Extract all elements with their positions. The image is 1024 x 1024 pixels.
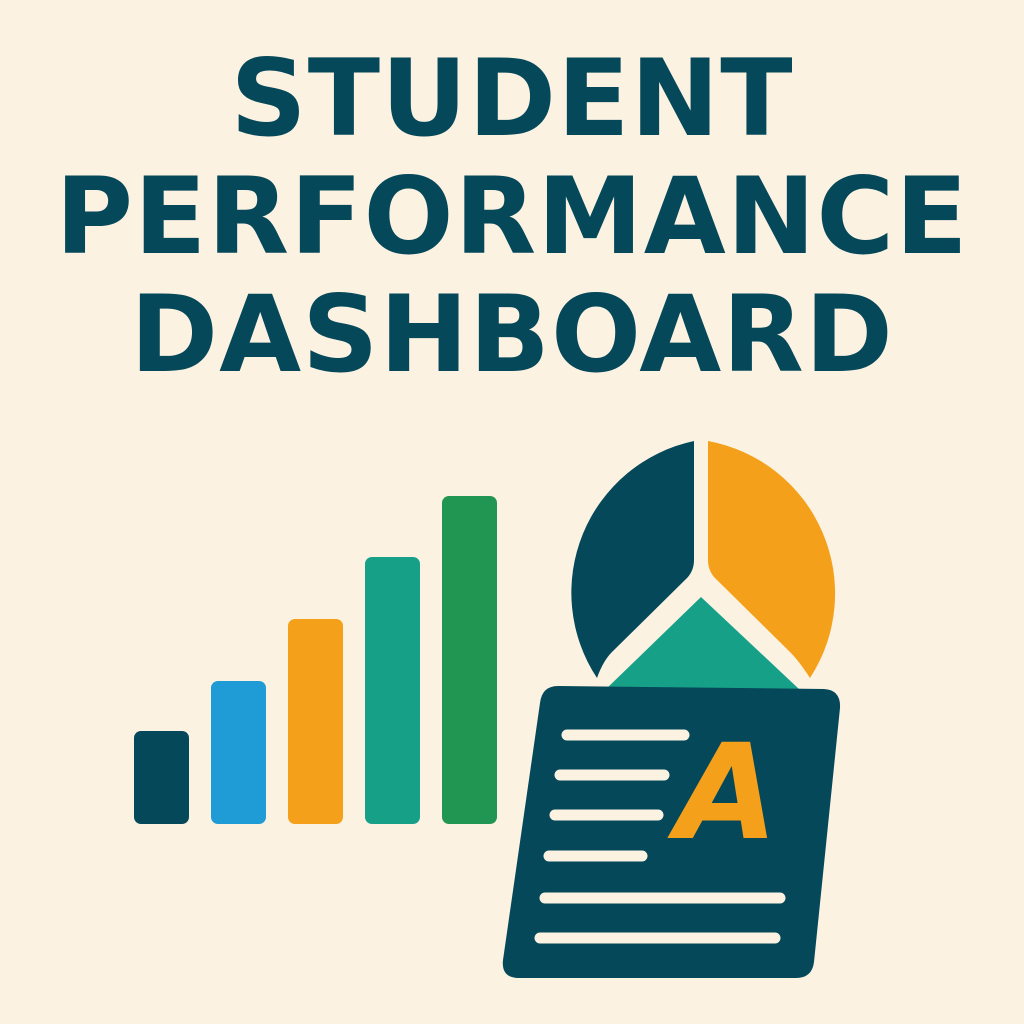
- bar-2: [211, 681, 266, 824]
- grade-letter: A: [667, 716, 778, 870]
- bar-5: [442, 496, 497, 824]
- dashboard-illustration: A: [134, 441, 841, 978]
- pie-chart-icon: [571, 441, 836, 690]
- bar-4: [365, 557, 420, 824]
- bar-1: [134, 731, 189, 824]
- report-card-icon: A: [502, 686, 841, 978]
- bar-3: [288, 619, 343, 824]
- bar-chart-icon: [134, 496, 497, 824]
